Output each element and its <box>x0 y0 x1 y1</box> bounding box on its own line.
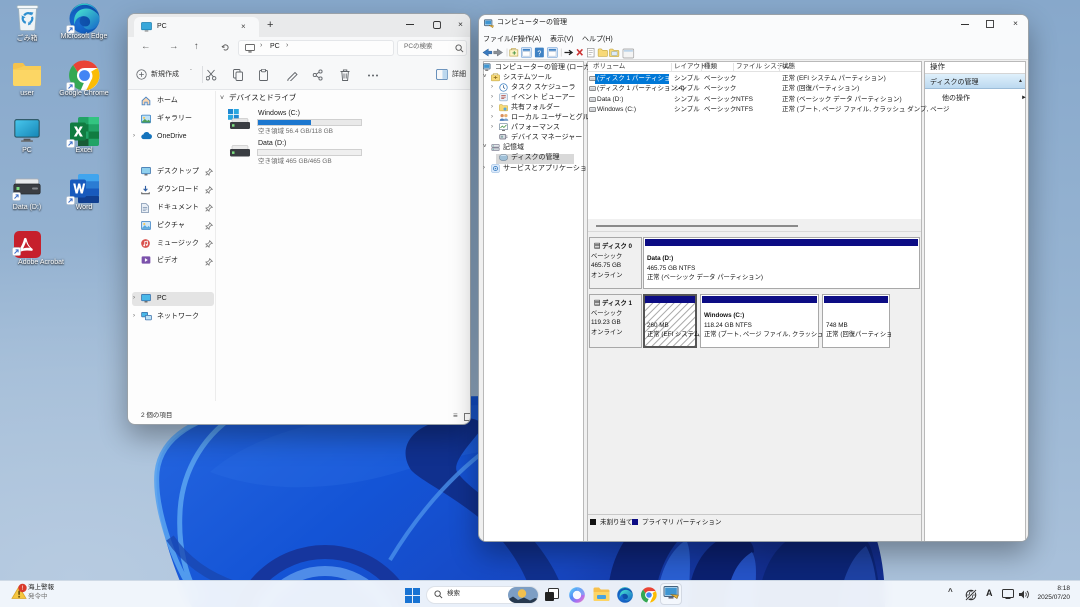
svg-text:?: ? <box>537 49 541 57</box>
